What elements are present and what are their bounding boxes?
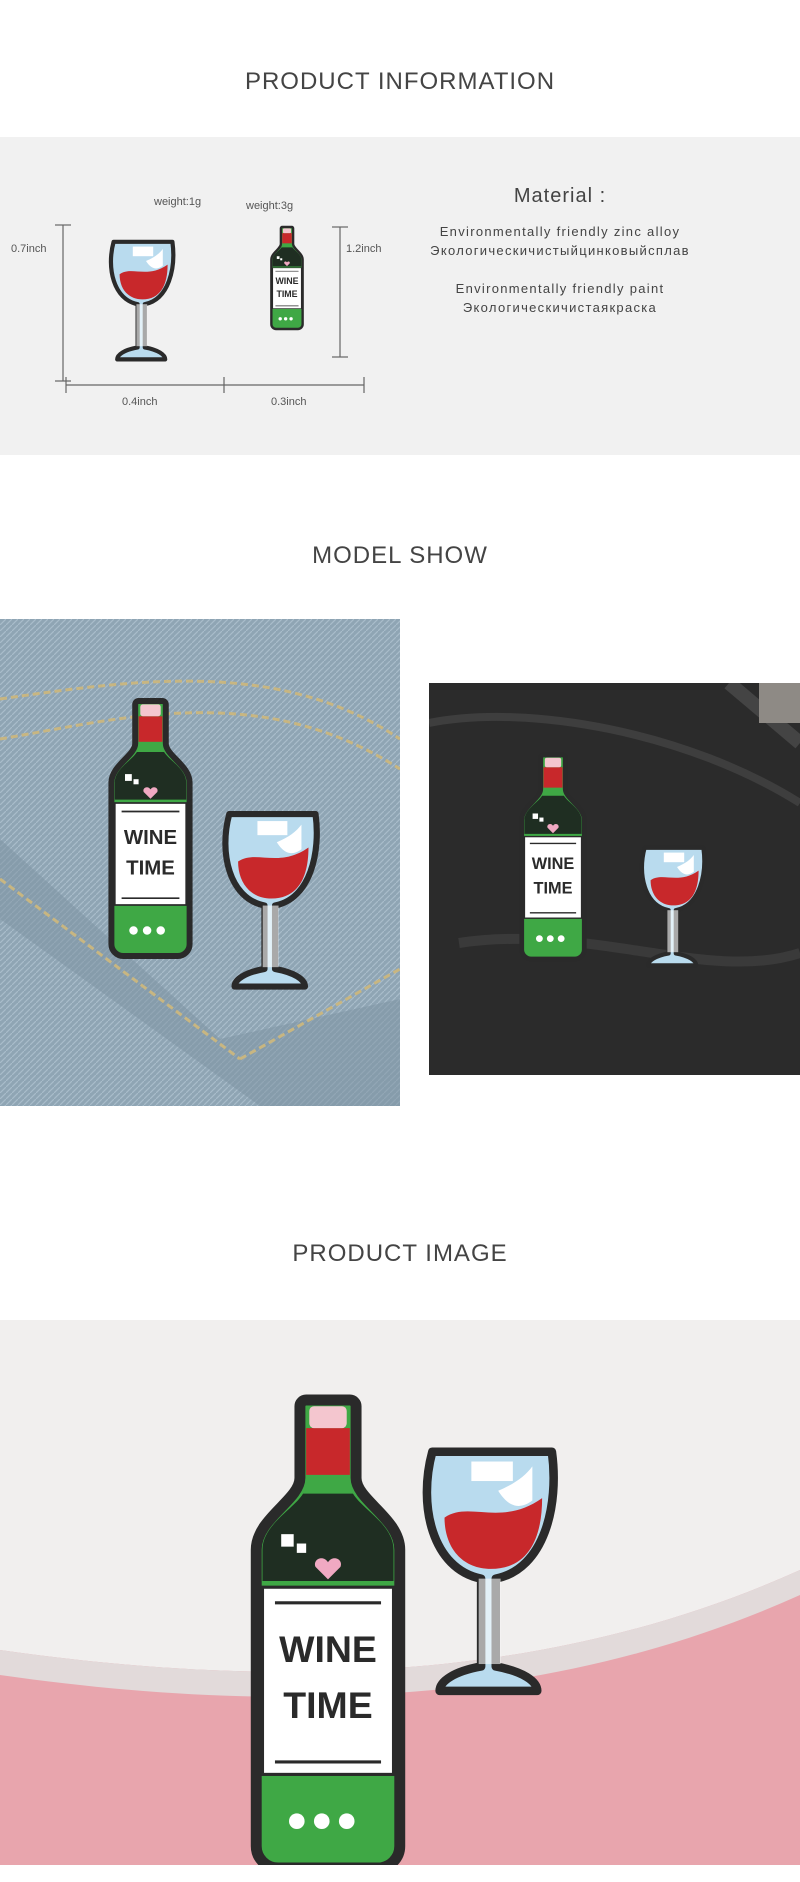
- section-title-product-information: PRODUCT INFORMATION: [244, 68, 556, 95]
- glass-pin-diagram: [111, 242, 173, 360]
- height-glass-label: 0.7inch: [11, 243, 46, 255]
- bottle-label-line2: TIME: [276, 289, 297, 299]
- bottle-pin-diagram: WINE TIME: [270, 225, 304, 331]
- bottle-label-line1: WINE: [532, 855, 575, 873]
- weight-bottle-label: weight:3g: [245, 200, 293, 212]
- weight-glass-label: weight:1g: [153, 196, 201, 208]
- material-line-zinc-ru: Экологическичистыйцинковыйсплав: [430, 243, 690, 258]
- material-line-zinc-en: Environmentally friendly zinc alloy: [439, 224, 681, 239]
- height-bottle-label: 1.2inch: [346, 243, 381, 255]
- material-block: Material : Environmentally friendly zinc…: [400, 185, 720, 317]
- bottle-label-line2: TIME: [283, 1684, 372, 1726]
- section-title-model-show: MODEL SHOW: [312, 542, 488, 569]
- material-line-paint-ru: Экологическичистаякраска: [462, 300, 658, 315]
- bottle-label-line1: WINE: [275, 276, 298, 286]
- bottle-label-line1: WINE: [124, 827, 177, 849]
- product-info-panel: WINE TIME weight:1g weight:3g 0.7inch 1.…: [0, 137, 800, 455]
- width-bottle-label: 0.3inch: [271, 396, 306, 408]
- bottle-label-line2: TIME: [534, 880, 573, 898]
- material-title: Material :: [513, 185, 607, 207]
- denim-model-photo: WINE TIME: [0, 619, 400, 1106]
- leather-model-photo: WINE TIME: [429, 683, 800, 1075]
- material-line-paint-en: Environmentally friendly paint: [455, 281, 665, 296]
- bottle-label-line1: WINE: [279, 1628, 377, 1670]
- width-glass-label: 0.4inch: [122, 396, 157, 408]
- bottle-label-line2: TIME: [126, 857, 175, 879]
- section-title-product-image: PRODUCT IMAGE: [292, 1240, 508, 1267]
- product-image-photo: WINE TIME: [0, 1320, 800, 1865]
